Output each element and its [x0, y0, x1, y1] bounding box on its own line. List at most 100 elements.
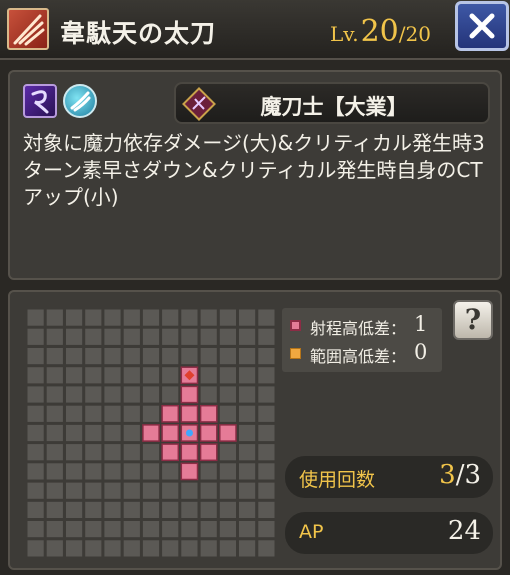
skill-description: 対象に魔力依存ダメージ(大)&クリティカル発生時3ターン素早さダウン&クリティカ…	[23, 131, 485, 209]
grid-tile	[142, 540, 160, 557]
grid-tile	[219, 348, 236, 365]
grid-tile	[66, 444, 83, 461]
grid-tile	[123, 405, 140, 422]
grid-tile	[258, 444, 275, 461]
grid-tile	[239, 367, 256, 384]
grid-tile	[239, 309, 256, 326]
grid-tile	[142, 367, 160, 384]
grid-tile	[258, 501, 275, 518]
grid-tile	[142, 386, 160, 403]
legend-label: 射程高低差：	[310, 319, 407, 338]
grid-tile	[142, 463, 160, 480]
grid-tile	[142, 328, 160, 345]
grid-tile	[200, 367, 217, 384]
uses-current: 3	[439, 460, 456, 490]
grid-tile	[85, 444, 102, 461]
range-tile	[180, 404, 199, 423]
grid-tile	[123, 521, 140, 538]
grid-tile	[239, 348, 256, 365]
range-tile	[161, 443, 180, 462]
grid-tile	[85, 348, 102, 365]
grid-tile	[219, 367, 236, 384]
grid-tile	[104, 501, 121, 518]
grid-tile	[239, 540, 256, 557]
grid-tile	[46, 540, 63, 557]
grid-tile	[162, 386, 179, 403]
grid-tile	[27, 501, 44, 518]
grid-tile	[181, 348, 198, 365]
grid-tile	[27, 367, 44, 384]
grid-tile	[258, 540, 275, 557]
grid-tile	[162, 309, 179, 326]
grid-tile	[66, 367, 83, 384]
grid-tile	[219, 386, 236, 403]
grid-tile	[162, 521, 179, 538]
grid-tile	[200, 309, 217, 326]
job-badge: 魔刀士【大業】	[174, 82, 490, 124]
grid-tile	[181, 328, 198, 345]
grid-tile	[104, 367, 121, 384]
grid-tile	[142, 309, 160, 326]
grid-tile	[239, 405, 256, 422]
grid-tile	[258, 309, 275, 326]
level-max: /20	[398, 22, 431, 46]
skill-info-panel: 魔刀士【大業】 対象に魔力依存ダメージ(大)&クリティカル発生時3ターン素早さダ…	[8, 70, 502, 280]
grid-tile	[27, 540, 44, 557]
grid-tile	[239, 386, 256, 403]
grid-tile	[27, 348, 44, 365]
grid-tile	[104, 482, 121, 499]
range-tile	[161, 424, 180, 442]
grid-tile	[123, 501, 140, 518]
grid-tile	[66, 309, 83, 326]
grid-tile	[123, 540, 140, 557]
range-legend: 射程高低差： 1 範囲高低差： 0	[282, 308, 442, 372]
grid-tile	[123, 328, 140, 345]
grid-tile	[104, 348, 121, 365]
grid-tile	[200, 348, 217, 365]
uses-max: /3	[455, 460, 481, 490]
grid-tile	[200, 521, 217, 538]
grid-tile	[200, 386, 217, 403]
grid-tile	[219, 328, 236, 345]
grid-tile	[258, 482, 275, 499]
grid-tile	[142, 482, 160, 499]
grid-tile	[27, 328, 44, 345]
grid-tile	[123, 444, 140, 461]
grid-tile	[104, 424, 121, 442]
range-tile	[199, 443, 218, 462]
grid-tile	[104, 540, 121, 557]
grid-tile	[85, 386, 102, 403]
grid-tile	[123, 463, 140, 480]
grid-tile	[219, 482, 236, 499]
grid-tile	[123, 482, 140, 499]
skill-header: 韋駄天の太刀 Lv.20/20	[0, 0, 510, 60]
grid-tile	[46, 386, 63, 403]
help-button[interactable]: ?	[453, 300, 493, 340]
grid-tile	[123, 348, 140, 365]
close-button[interactable]	[455, 1, 509, 51]
range-tile	[161, 404, 180, 423]
ap-box: AP 24	[285, 512, 493, 554]
grid-tile	[27, 482, 44, 499]
grid-tile	[27, 309, 44, 326]
grid-tile	[85, 405, 102, 422]
grid-tile	[181, 501, 198, 518]
grid-tile	[27, 386, 44, 403]
grid-tile	[85, 463, 102, 480]
uses-label: 使用回数	[299, 469, 376, 491]
grid-tile	[104, 405, 121, 422]
grid-tile	[162, 482, 179, 499]
grid-tile	[27, 405, 44, 422]
grid-tile	[258, 367, 275, 384]
range-tile	[199, 404, 218, 423]
grid-tile	[200, 501, 217, 518]
grid-tile	[239, 501, 256, 518]
grid-tile	[219, 309, 236, 326]
grid-tile	[239, 444, 256, 461]
ap-value: 24	[447, 516, 481, 546]
range-panel: 射程高低差： 1 範囲高低差： 0 ? 使用回数 3/3 AP 24	[8, 290, 502, 570]
grid-tile	[27, 424, 44, 442]
grid-tile	[104, 386, 121, 403]
grid-tile	[219, 521, 236, 538]
range-tile	[180, 443, 199, 462]
